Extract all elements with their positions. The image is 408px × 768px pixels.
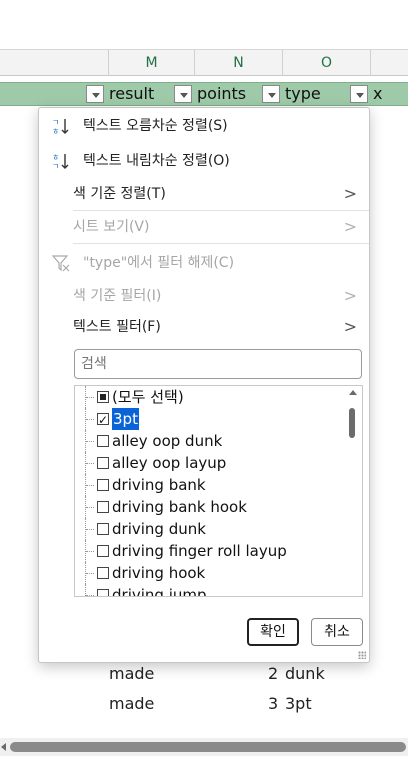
list-item[interactable]: driving jump (75, 584, 345, 597)
header-cell-points[interactable]: points (197, 83, 246, 105)
formula-bar-area (0, 0, 408, 50)
svg-text:ㅎ: ㅎ (52, 153, 59, 162)
list-item-label: driving dunk (112, 520, 206, 538)
filter-dropdown-button-result[interactable] (86, 85, 104, 103)
cell-type[interactable]: dunk (285, 664, 325, 683)
svg-text:ㄱ: ㄱ (52, 118, 59, 127)
resize-grip-icon[interactable] (358, 651, 366, 659)
menu-item-label: 텍스트 필터(F) (73, 319, 161, 335)
list-item[interactable]: alley oop layup (75, 452, 345, 474)
list-item[interactable]: driving dunk (75, 518, 345, 540)
cell-result[interactable]: made (109, 694, 154, 713)
list-item[interactable]: driving finger roll layup (75, 540, 345, 562)
menu-item-label: 색 기준 필터(I) (73, 288, 162, 304)
header-cell-result[interactable]: result (109, 83, 154, 105)
ok-button[interactable]: 확인 (247, 618, 299, 646)
list-item-select-all[interactable]: (모두 선택) (75, 386, 345, 408)
list-item-label: driving jump (112, 586, 207, 597)
table-row: made 2 dunk (0, 660, 408, 688)
filter-search-input[interactable] (74, 349, 362, 379)
cancel-button[interactable]: 취소 (311, 618, 363, 646)
cell-type[interactable]: 3pt (285, 694, 312, 713)
checkbox[interactable] (97, 457, 109, 469)
checkbox[interactable] (97, 391, 109, 403)
list-item[interactable]: alley oop dunk (75, 430, 345, 452)
clear-filter-icon (51, 253, 71, 273)
svg-text:ㅎ: ㅎ (52, 127, 59, 136)
chevron-right-icon: > (343, 184, 357, 203)
autofilter-dropdown: ㄱ ㅎ 텍스트 오름차순 정렬(S) ㅎ ㄱ 텍스트 내림차순 정렬(O) 색 … (38, 107, 370, 663)
sort-descending-icon: ㅎ ㄱ (51, 151, 71, 171)
column-header-M[interactable]: M (108, 50, 194, 76)
list-item-label: alley oop dunk (112, 432, 223, 450)
table-row: made 3 3pt (0, 690, 408, 718)
horizontal-scroll-thumb[interactable] (10, 742, 406, 752)
scroll-up-icon[interactable] (349, 390, 357, 395)
list-item-label: (모두 선택) (112, 388, 184, 406)
menu-item-label: 텍스트 오름차순 정렬(S) (83, 118, 228, 134)
filter-value-list[interactable]: (모두 선택) 3pt alley oop dunk alley oop lay… (74, 385, 363, 597)
menu-item-filter-by-color: 색 기준 필터(I) > (39, 280, 369, 312)
list-item[interactable]: driving bank hook (75, 496, 345, 518)
checkbox[interactable] (97, 545, 109, 557)
chevron-right-icon: > (343, 286, 357, 305)
list-item-label: driving bank hook (112, 498, 247, 516)
menu-item-label: 시트 보기(V) (73, 219, 150, 235)
menu-item-label: 색 기준 정렬(T) (73, 186, 166, 202)
chevron-right-icon: > (343, 317, 357, 336)
column-header-O[interactable]: O (282, 50, 370, 76)
checkbox[interactable] (97, 523, 109, 535)
menu-separator (73, 243, 369, 244)
list-item-label: 3pt (112, 408, 139, 430)
list-vertical-scrollbar[interactable] (344, 386, 362, 596)
filter-dropdown-button-type[interactable] (262, 85, 280, 103)
cell-result[interactable]: made (109, 664, 154, 683)
column-header-row: M N O (0, 50, 408, 76)
menu-item-label: "type"에서 필터 해제(C) (83, 255, 235, 271)
filter-dropdown-button-x[interactable] (350, 85, 368, 103)
column-header-P[interactable] (370, 50, 408, 76)
header-cell-x[interactable]: x (373, 83, 382, 105)
sort-ascending-icon: ㄱ ㅎ (51, 116, 71, 136)
menu-item-sort-descending[interactable]: ㅎ ㄱ 텍스트 내림차순 정렬(O) (39, 145, 369, 177)
list-item-label: driving bank (112, 476, 206, 494)
list-scroll-thumb[interactable] (349, 408, 355, 438)
list-item[interactable]: driving hook (75, 562, 345, 584)
menu-item-sheet-view: 시트 보기(V) > (39, 211, 369, 243)
cell-points[interactable]: 2 (268, 664, 278, 683)
menu-item-sort-ascending[interactable]: ㄱ ㅎ 텍스트 오름차순 정렬(S) (39, 110, 369, 142)
list-item[interactable]: 3pt (75, 408, 345, 431)
checkbox[interactable] (97, 435, 109, 447)
checkbox[interactable] (97, 501, 109, 513)
svg-text:ㄱ: ㄱ (52, 162, 59, 171)
chevron-right-icon: > (343, 217, 357, 236)
list-item-label: driving hook (112, 564, 206, 582)
list-item[interactable]: driving bank (75, 474, 345, 496)
menu-item-label: 텍스트 내림차순 정렬(O) (83, 153, 230, 169)
menu-item-text-filter[interactable]: 텍스트 필터(F) > (39, 311, 369, 343)
column-header-L[interactable] (0, 50, 108, 76)
list-item-label: alley oop layup (112, 454, 227, 472)
checkbox[interactable] (97, 589, 109, 596)
menu-item-sort-by-color[interactable]: 색 기준 정렬(T) > (39, 178, 369, 210)
cell-points[interactable]: 3 (268, 694, 278, 713)
horizontal-scrollbar[interactable] (0, 738, 408, 756)
filter-dropdown-button-points[interactable] (174, 85, 192, 103)
scroll-left-icon[interactable] (1, 743, 6, 751)
table-header-row: result points type x (0, 82, 408, 106)
checkbox[interactable] (97, 567, 109, 579)
menu-item-clear-filter: "type"에서 필터 해제(C) (39, 247, 369, 279)
list-item-label: driving finger roll layup (112, 542, 287, 560)
column-header-N[interactable]: N (194, 50, 282, 76)
checkbox[interactable] (97, 409, 109, 431)
header-cell-type[interactable]: type (285, 83, 321, 105)
checkbox[interactable] (97, 479, 109, 491)
